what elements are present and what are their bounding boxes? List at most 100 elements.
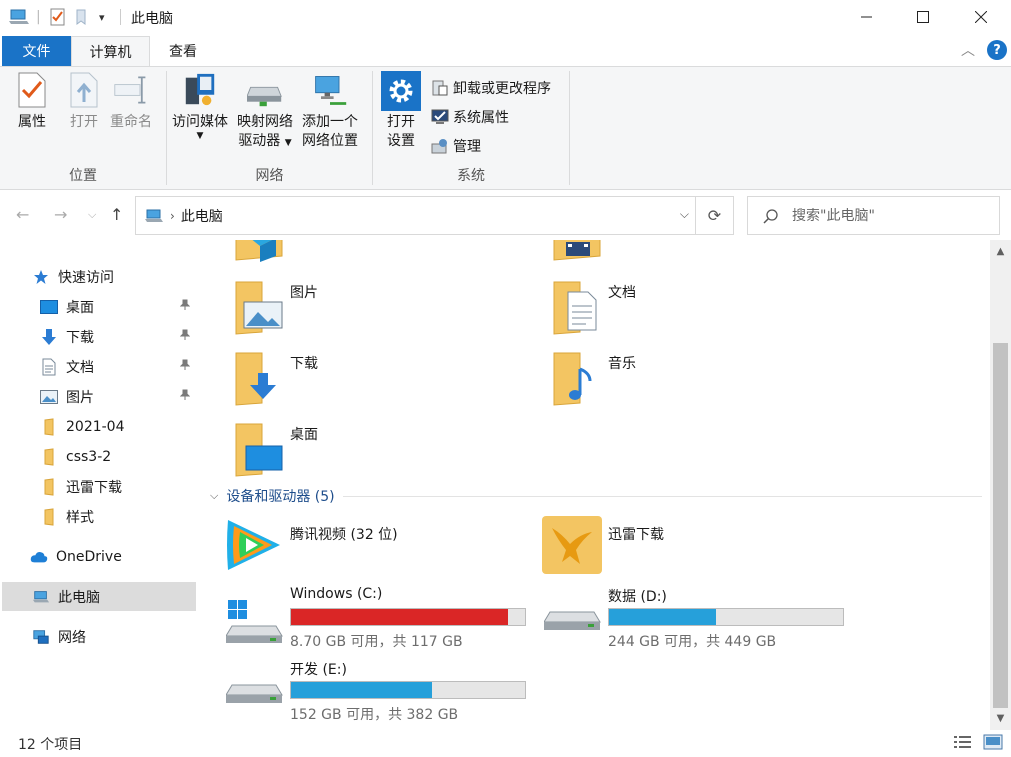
sidebar-item-documents[interactable]: 文档 (40, 352, 196, 381)
map-network-drive-button[interactable]: 映射网络 驱动器 ▼ (237, 71, 293, 153)
search-box[interactable] (747, 196, 1000, 235)
details-view-icon[interactable] (953, 734, 973, 754)
access-media-button[interactable]: 访问媒体 ▼ (172, 71, 228, 141)
tab-file[interactable]: 文件 (2, 36, 71, 66)
sidebar-item-label: 文档 (66, 359, 94, 376)
sidebar-item-styles[interactable]: 样式 (40, 502, 196, 531)
navigation-bar: ← → ⌵ ↑ › 此电脑 ⌵ ⟳ (0, 196, 1011, 236)
close-icon (975, 11, 987, 23)
this-pc-icon (32, 588, 50, 606)
refresh-icon[interactable]: ⟳ (695, 197, 733, 234)
device-tile-tencent-video[interactable]: 腾讯视频 (32 位) (222, 514, 398, 576)
drive-free-space: 244 GB 可用，共 449 GB (608, 634, 777, 650)
drive-tile-c[interactable]: Windows (C:) 8.70 GB 可用，共 117 GB (210, 586, 540, 650)
collapse-ribbon-icon[interactable]: ︿ (961, 40, 975, 60)
sidebar-item-2021-04[interactable]: 2021-04 (40, 412, 196, 441)
map-drive-label-1: 映射网络 (237, 114, 293, 130)
properties-qa-icon[interactable] (50, 6, 66, 28)
open-icon (66, 71, 102, 109)
vertical-scrollbar[interactable]: ▲ ▼ (990, 240, 1011, 730)
scroll-thumb[interactable] (993, 343, 1008, 708)
sidebar-item-xunlei-downloads[interactable]: 迅雷下载 (40, 472, 196, 501)
drive-usage-fill (291, 682, 432, 698)
folder-tile-music[interactable]: 音乐 (550, 349, 636, 407)
up-arrow-icon[interactable]: ↑ (110, 205, 123, 224)
folder-downloads-icon (235, 352, 276, 406)
map-drive-label-2: 驱动器 ▼ (238, 133, 292, 149)
system-properties-button[interactable]: 系统属性 (431, 107, 509, 127)
manage-button[interactable]: 管理 (431, 136, 481, 156)
xunlei-folder-icon (542, 516, 602, 574)
sidebar-item-quick-access[interactable]: 快速访问 (32, 262, 196, 291)
new-folder-qa-icon[interactable] (75, 6, 89, 28)
properties-button[interactable]: 属性 (14, 71, 50, 132)
ribbon: 属性 打开 重命名 位置 访问媒体 ▼ 映射网络 驱动器 ▼ 添加一个 网络位置… (0, 66, 1011, 190)
scroll-up-arrow-icon[interactable]: ▲ (990, 243, 1011, 260)
sidebar-item-this-pc[interactable]: 此电脑 (2, 582, 196, 611)
large-icons-view-icon[interactable] (983, 734, 1003, 754)
maximize-button[interactable] (894, 0, 952, 34)
folder-tile-partial-3d-objects[interactable] (232, 240, 286, 262)
folder-tile-documents[interactable]: 文档 (550, 278, 636, 336)
pin-icon[interactable] (179, 389, 191, 405)
drive-tile-e[interactable]: 开发 (E:) 152 GB 可用，共 382 GB (210, 659, 540, 723)
network-label: 网络 (58, 629, 86, 646)
ribbon-group-location: 属性 打开 重命名 位置 (0, 67, 166, 189)
sidebar-item-downloads[interactable]: 下载 (40, 322, 196, 351)
open-settings-button[interactable]: 打开 设置 (381, 71, 421, 151)
tab-computer[interactable]: 计算机 (71, 36, 150, 67)
folder-tile-desktop[interactable]: 桌面 (232, 420, 318, 478)
drive-usage-fill (291, 609, 508, 625)
minimize-button[interactable] (838, 0, 896, 34)
drive-tile-d[interactable]: 数据 (D:) 244 GB 可用，共 449 GB (528, 586, 868, 650)
folder-icon (40, 477, 58, 496)
properties-label: 属性 (18, 114, 46, 130)
pin-icon[interactable] (179, 329, 191, 345)
this-pc-address-icon (144, 208, 164, 224)
ribbon-divider (569, 71, 570, 185)
collapse-chevron-icon[interactable]: ⌵ (210, 489, 218, 503)
uninstall-programs-button[interactable]: 卸载或更改程序 (431, 78, 551, 98)
title-bar: | ▾ 此电脑 (0, 0, 1011, 34)
add-location-label-2: 网络位置 (302, 133, 358, 149)
devices-section-header[interactable]: ⌵ 设备和驱动器 (5) (210, 486, 982, 506)
forward-arrow-icon[interactable]: → (54, 205, 67, 224)
search-input[interactable] (792, 207, 982, 224)
manage-icon (431, 137, 449, 155)
folder-tile-pictures[interactable]: 图片 (232, 278, 318, 336)
back-arrow-icon[interactable]: ← (16, 205, 29, 224)
file-list: 图片 文档 下载 音乐 桌面 ⌵ 设备和驱动器 (5) 腾讯视频 (32 位) … (210, 240, 990, 730)
drive-usage-bar (290, 608, 526, 626)
close-button[interactable] (952, 0, 1010, 34)
breadcrumb-current[interactable]: 此电脑 (181, 206, 223, 226)
sidebar-item-desktop[interactable]: 桌面 (40, 292, 196, 321)
sidebar-item-label: 桌面 (66, 299, 94, 316)
open-button[interactable]: 打开 (66, 71, 102, 132)
windows-drive-icon (226, 600, 283, 643)
sidebar-item-css3-2[interactable]: css3-2 (40, 442, 196, 471)
sidebar-item-pictures[interactable]: 图片 (40, 382, 196, 411)
pin-icon[interactable] (179, 299, 191, 315)
sidebar-item-network[interactable]: 网络 (32, 622, 196, 651)
address-dropdown-icon[interactable]: ⌵ (680, 207, 689, 222)
help-icon[interactable]: ? (987, 40, 1007, 60)
cloud-icon (30, 548, 48, 566)
media-server-icon (182, 71, 218, 109)
address-bar[interactable]: › 此电脑 ⌵ ⟳ (135, 196, 734, 235)
folder-icon (40, 417, 58, 436)
folder-tile-downloads[interactable]: 下载 (232, 349, 318, 407)
folder-icon (40, 447, 58, 466)
sidebar-item-onedrive[interactable]: OneDrive (30, 542, 196, 571)
open-settings-label-1: 打开 (387, 114, 415, 130)
device-tile-xunlei[interactable]: 迅雷下载 (540, 514, 664, 576)
scroll-down-arrow-icon[interactable]: ▼ (990, 710, 1011, 727)
folder-tile-partial-videos[interactable] (550, 240, 604, 262)
breadcrumb-chevron-icon: › (170, 208, 175, 223)
pin-icon[interactable] (179, 359, 191, 375)
recent-locations-chevron-icon[interactable]: ⌵ (88, 208, 96, 222)
tab-view[interactable]: 查看 (150, 36, 216, 66)
rename-button[interactable]: 重命名 (110, 71, 152, 132)
customize-qa-dropdown-icon[interactable]: ▾ (99, 6, 105, 28)
item-count: 12 个项目 (18, 737, 83, 753)
add-network-location-button[interactable]: 添加一个 网络位置 (302, 71, 358, 151)
